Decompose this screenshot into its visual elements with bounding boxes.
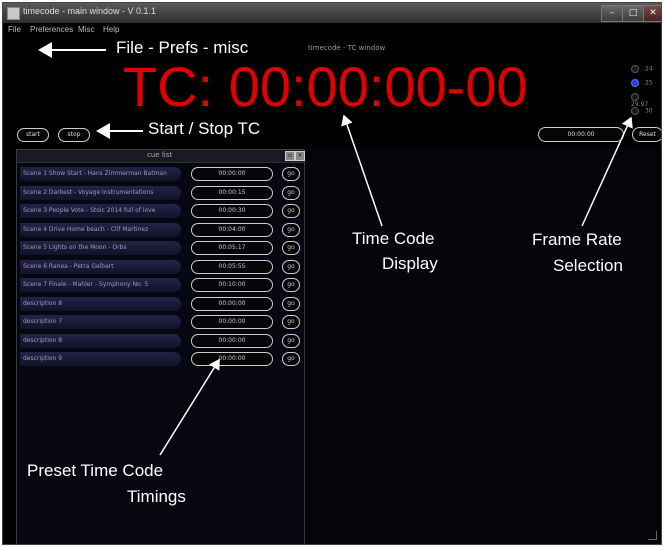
arrow-frame-rate: [581, 116, 633, 227]
arrow-timecode: [341, 114, 383, 227]
arrow-preset: [159, 358, 220, 456]
annotation-arrows: [38, 42, 633, 456]
